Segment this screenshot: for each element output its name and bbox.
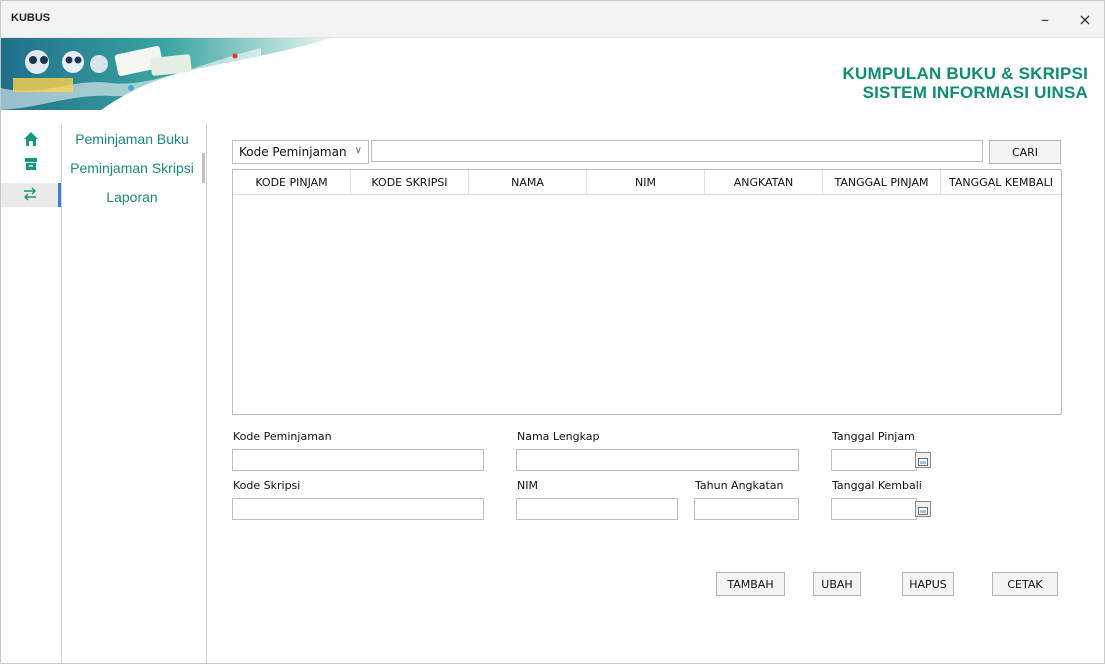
tambah-button[interactable]: TAMBAH [716,572,785,596]
main-content: Kode Peminjaman ∨ CARI KODE PINJAM KODE … [207,123,1104,663]
brand-subtitle: SISTEM INFORMASI UINSA [862,83,1088,102]
app-window: KUBUS – × KUMPULAN BUKU & SKRIPSI SISTEM… [0,0,1105,664]
search-field-select[interactable]: Kode Peminjaman ∨ [232,140,369,164]
hapus-button[interactable]: HAPUS [902,572,954,596]
table-header: KODE PINJAM KODE SKRIPSI NAMA NIM ANGKAT… [233,170,1061,195]
column-header[interactable]: TANGGAL KEMBALI [941,170,1061,194]
nama-lengkap-field[interactable] [516,449,799,471]
tanggal-kembali-label: Tanggal Kembali [832,479,922,492]
close-button[interactable]: × [1069,7,1101,31]
data-table[interactable]: KODE PINJAM KODE SKRIPSI NAMA NIM ANGKAT… [232,169,1062,415]
minimize-button[interactable]: – [1029,7,1061,31]
column-header[interactable]: KODE SKRIPSI [351,170,469,194]
tanggal-pinjam-calendar-button[interactable] [915,452,931,468]
column-header[interactable]: NIM [587,170,705,194]
nav-item-peminjaman-skripsi[interactable]: Peminjaman Skripsi [62,153,205,183]
column-header[interactable]: KODE PINJAM [233,170,351,194]
tanggal-kembali-calendar-button[interactable] [915,501,931,517]
tahun-angkatan-field[interactable] [694,498,799,520]
home-nav-button[interactable] [1,129,61,153]
calendar-icon [918,451,928,470]
column-header[interactable]: ANGKATAN [705,170,823,194]
nim-field[interactable] [516,498,678,520]
robot-banner-illustration [1,38,341,110]
kode-peminjaman-label: Kode Peminjaman [233,430,332,443]
icon-sidebar [1,123,62,663]
cari-button[interactable]: CARI [989,140,1061,164]
search-input[interactable] [371,140,983,162]
app-header: KUMPULAN BUKU & SKRIPSI SISTEM INFORMASI… [1,38,1104,110]
nav-panel: Peminjaman Buku Peminjaman Skripsi Lapor… [62,123,207,663]
nav-item-peminjaman-buku[interactable]: Peminjaman Buku [62,131,202,147]
search-field-value: Kode Peminjaman [239,145,347,159]
calendar-icon [918,500,928,519]
transfer-nav-button[interactable] [1,183,61,207]
nama-lengkap-label: Nama Lengkap [517,430,600,443]
kode-peminjaman-field[interactable] [232,449,484,471]
column-header[interactable]: NAMA [469,170,587,194]
chevron-down-icon: ∨ [354,145,362,156]
nav-item-laporan[interactable]: Laporan [62,189,202,205]
archive-nav-button[interactable] [1,153,61,177]
title-bar: KUBUS – × [1,1,1104,38]
window-title: KUBUS [11,12,51,24]
kode-skripsi-label: Kode Skripsi [233,479,301,492]
home-icon [23,131,39,151]
tanggal-pinjam-label: Tanggal Pinjam [832,430,915,443]
kode-skripsi-field[interactable] [232,498,484,520]
tanggal-kembali-field[interactable] [831,498,917,520]
nim-label: NIM [517,479,538,492]
ubah-button[interactable]: UBAH [813,572,861,596]
transfer-icon [22,186,38,205]
brand-title: KUMPULAN BUKU & SKRIPSI [842,64,1088,83]
tanggal-pinjam-field[interactable] [831,449,917,471]
tahun-angkatan-label: Tahun Angkatan [695,479,784,492]
cetak-button[interactable]: CETAK [992,572,1058,596]
archive-icon [24,156,38,175]
column-header[interactable]: TANGGAL PINJAM [823,170,941,194]
